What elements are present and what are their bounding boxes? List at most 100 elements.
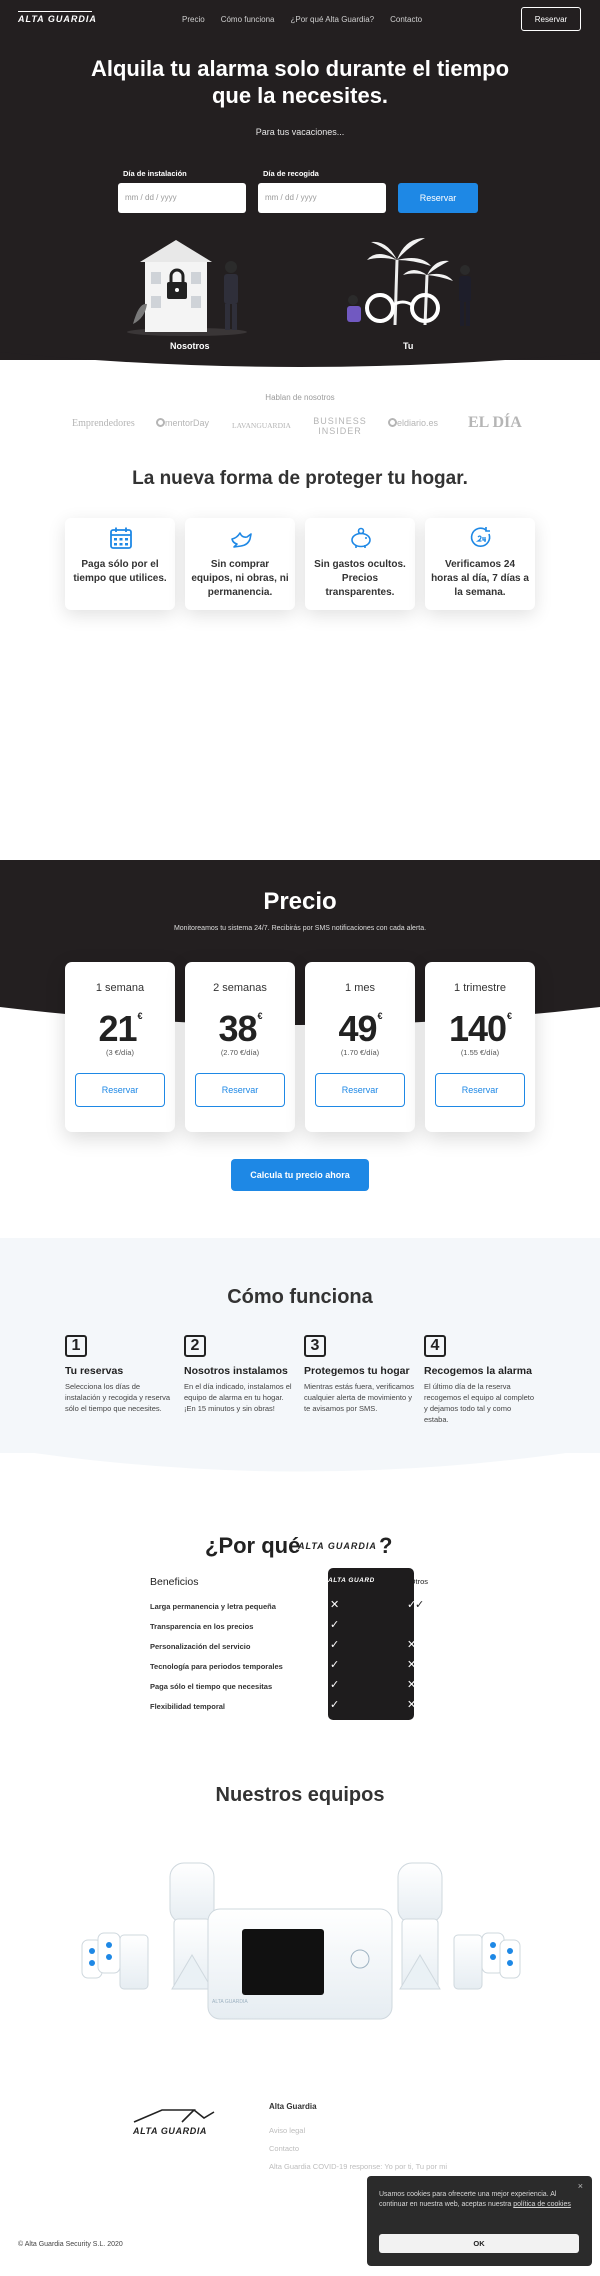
copyright: © Alta Guardia Security S.L. 2020 [18,2241,123,2248]
plan-name: 1 semana [95,982,145,994]
nav-link-por-que[interactable]: ¿Por qué Alta Guardia? [291,15,375,24]
nav-logo[interactable]: ALTA GUARDIA [18,11,97,24]
mentorday-icon [156,418,165,427]
hero-caption-nosotros: Nosotros [170,341,210,351]
equipment-title: Nuestros equipos [215,1784,385,1806]
feature-text: Paga sólo por el tiempo que utilices. [73,559,167,584]
feature-text: Sin gastos ocultos. Precios transparente… [314,559,406,598]
why-col-brand: ALTA GUARDIA [328,1577,374,1584]
footer-logo[interactable]: ALTA GUARDIA [132,2102,232,2136]
plan-price: 38€ [218,1008,262,1049]
why-title: ¿Por qué [205,1533,301,1558]
step-desc: El último día de la reserva recogemos el… [424,1382,535,1424]
step-desc: Mientras estás fuera, verificamos cualqu… [304,1382,415,1413]
vacation-illustration [347,238,471,326]
check-icon: ✓ [330,1699,340,1711]
step-desc: En el día indicado, instalamos el equipo… [184,1382,292,1413]
footer-link-aviso-legal[interactable]: Aviso legal [269,2126,305,2135]
step-number: 4 [424,1335,446,1357]
how-step: 2 Nosotros instalamos En el día indicado… [184,1335,296,1414]
plan-price: 49€ [338,1008,382,1049]
step-desc: Selecciona los días de instalación y rec… [65,1382,171,1413]
pricing-title: Precio [263,888,337,915]
plan-reservar-button[interactable]: Reservar [435,1073,525,1107]
check-icon: ✓ [330,1659,340,1671]
step-number: 1 [65,1335,87,1357]
why-header-benefits: Beneficios [150,1576,199,1588]
feature-card: Sin gastos ocultos. Precios transparente… [305,518,415,610]
check-icon: ✓ [330,1639,340,1651]
cookie-ok-button[interactable]: OK [379,2234,579,2253]
feature-card: Sin comprar equipos, ni obras, ni perman… [185,518,295,610]
plan-reservar-button[interactable]: Reservar [75,1073,165,1107]
plan-price: 21€ [98,1008,142,1049]
plan-name: 1 mes [345,982,375,994]
press-logo-el-dia[interactable]: EL DÍA [468,414,522,432]
install-date-input[interactable]: mm / dd / yyyy [118,183,246,213]
plan-price: 140€ [448,1008,512,1049]
plan-per-day: (2.70 €/día) [220,1048,260,1057]
price-card: 1 semana 21€ (3 €/día) Reservar [65,962,175,1132]
cross-icon: ✕ [407,1639,417,1651]
check-icon: ✓ [415,1599,425,1611]
cross-icon: ✕ [407,1679,417,1691]
dove-icon [231,532,252,548]
why-row: Flexibilidad temporal [150,1702,226,1711]
press-logo-lavanguardia[interactable]: LAVANGUARDIA [232,421,291,430]
step-title: Tu reservas [65,1365,124,1377]
how-step: 3 Protegemos tu hogar Mientras estás fue… [304,1335,416,1414]
nav-link-contacto[interactable]: Contacto [390,15,422,24]
features-title: La nueva forma de proteger tu hogar. [132,468,468,489]
clock-24-icon [470,527,491,547]
hero-reservar-button[interactable]: Reservar [398,183,478,213]
plan-name: 1 trimestre [454,982,506,994]
step-number: 3 [304,1335,326,1357]
why-brand-column [328,1568,414,1720]
press-logo-emprendedores[interactable]: Emprendedores [72,418,135,429]
why-row: Transparencia en los precios [150,1622,254,1631]
why-row: Larga permanencia y letra pequeña [150,1602,276,1611]
how-step: 4 Recogemos la alarma El último día de l… [424,1335,536,1425]
how-step: 1 Tu reservas Selecciona los días de ins… [65,1335,177,1414]
hero-title: Alquila tu alarma solo durante el tiempo… [90,56,510,108]
nav-link-precio[interactable]: Precio [182,15,205,24]
how-title: Cómo funciona [227,1286,373,1308]
press-logo-mentorday[interactable]: mentorDay [156,418,209,428]
install-date-label: Día de instalación [123,169,187,178]
press-title: Hablan de nosotros [265,393,335,402]
price-card: 2 semanas 38€ (2.70 €/día) Reservar [185,962,295,1132]
cookie-close-icon[interactable]: × [578,2181,583,2191]
plan-reservar-button[interactable]: Reservar [195,1073,285,1107]
cookie-text: Usamos cookies para ofrecerte una mejor … [379,2191,571,2208]
step-title: Nosotros instalamos [184,1365,288,1377]
plan-reservar-button[interactable]: Reservar [315,1073,405,1107]
step-number: 2 [184,1335,206,1357]
press-logo-business-insider[interactable]: BUSINESS INSIDER [310,416,370,436]
calculate-price-button[interactable]: Calcula tu precio ahora [231,1159,369,1191]
hero-subtitle: Para tus vacaciones... [255,127,345,137]
footer-link-covid[interactable]: Alta Guardia COVID-19 response: Yo por t… [269,2162,447,2171]
piggy-bank-icon [351,527,371,548]
feature-card: Paga sólo por el tiempo que utilices. [65,518,175,610]
step-title: Recogemos la alarma [424,1365,532,1377]
why-row: Paga sólo el tiempo que necesitas [150,1682,273,1691]
nav-link-como-funciona[interactable]: Cómo funciona [221,15,275,24]
alarm-equipment-image: ALTA GUARDIA [81,1862,521,2020]
why-row: Tecnología para periodos temporales [150,1662,283,1671]
footer-link-contacto[interactable]: Contacto [269,2144,299,2153]
press-logo-eldiario[interactable]: eldiario.es [388,418,438,428]
pickup-date-input[interactable]: mm / dd / yyyy [258,183,386,213]
price-card: 1 trimestre 140€ (1.55 €/día) Reservar [425,962,535,1132]
cookie-policy-link[interactable]: política de cookies [513,2201,571,2208]
plan-name: 2 semanas [213,982,267,994]
footer-column-title: Alta Guardia [269,2102,317,2111]
nav-reservar-button[interactable]: Reservar [521,7,581,31]
how-wave [0,1440,600,1472]
hero-caption-tu: Tu [403,341,414,351]
footer-logo-text: ALTA GUARDIA [132,2126,207,2136]
cookie-banner: × Usamos cookies para ofrecerte una mejo… [367,2176,592,2266]
why-question-mark: ? [379,1533,393,1558]
why-row: Personalización del servicio [150,1642,251,1651]
plan-per-day: (1.70 €/día) [340,1048,380,1057]
check-icon: ✓ [330,1679,340,1691]
